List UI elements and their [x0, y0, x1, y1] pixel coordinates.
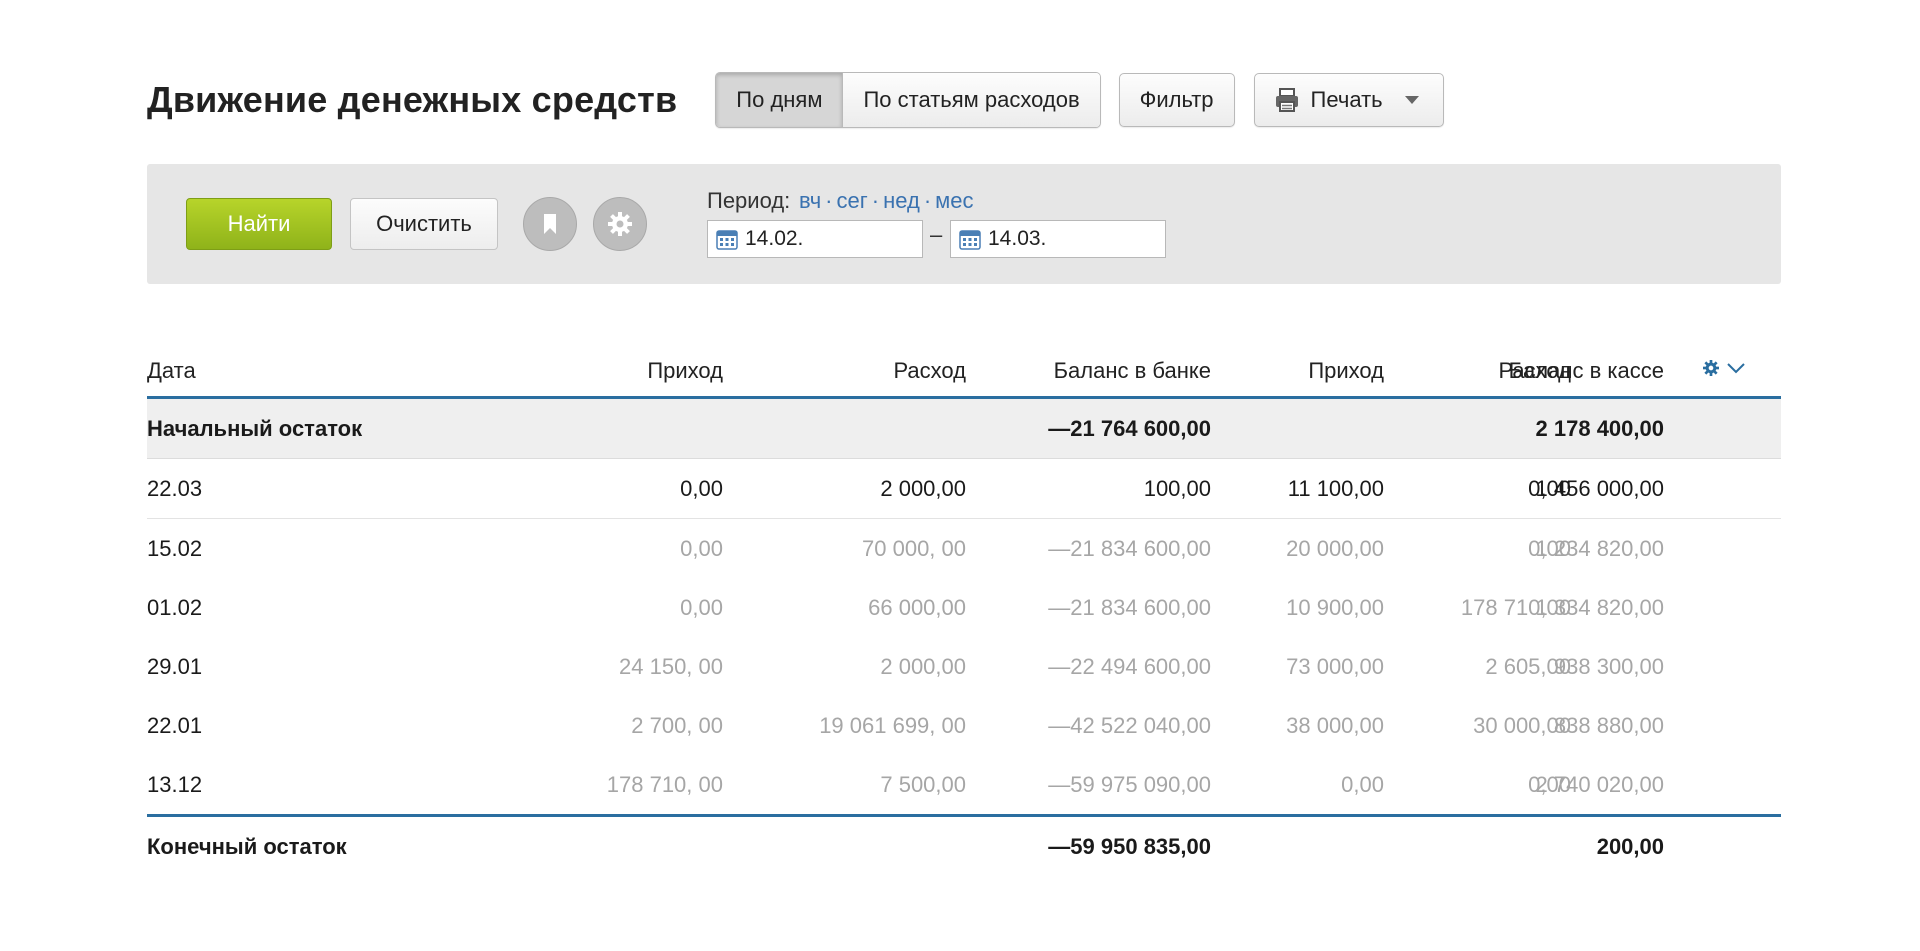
bank-income-cell: 2 700, 00	[631, 713, 723, 738]
table-row[interactable]: 29.01 24 150, 00 2 000,00 —22 494 600,00…	[147, 637, 1781, 696]
period-separator: ·	[871, 188, 880, 213]
bank-balance-cell: 100,00	[1143, 476, 1211, 501]
bank-expense-cell: 70 000, 00	[862, 536, 966, 561]
bank-expense-cell: 2 000,00	[880, 654, 966, 679]
bank-income-cell: 0,00	[680, 595, 723, 620]
cash-income-cell: 73 000,00	[1286, 654, 1384, 679]
cash-balance-cell: 938 300,00	[1553, 654, 1664, 679]
bank-income-cell: 0,00	[680, 476, 723, 501]
bank-expense-cell: 19 061 699, 00	[819, 713, 966, 738]
date-to-field[interactable]	[950, 220, 1166, 258]
opening-cash-balance: 2 178 400,00	[1535, 416, 1664, 441]
cash-balance-cell: 2 740 020,00	[1535, 772, 1664, 797]
column-header-cash-income: Приход	[1308, 358, 1384, 383]
bookmark-icon	[544, 214, 556, 234]
gear-icon	[608, 212, 632, 236]
table-header-row: Дата Приход Расход Баланс в банке Приход…	[147, 346, 1781, 399]
print-button[interactable]: Печать	[1253, 73, 1444, 127]
row-date: 22.01	[147, 713, 203, 738]
bank-balance-cell: —59 975 090,00	[1048, 772, 1211, 797]
cash-balance-cell: 838 880,00	[1553, 713, 1664, 738]
clear-button[interactable]: Очистить	[350, 198, 498, 250]
bank-expense-cell: 7 500,00	[880, 772, 966, 797]
bank-balance-cell: —21 834 600,00	[1048, 536, 1211, 561]
bank-income-cell: 0,00	[680, 536, 723, 561]
closing-balance-row: Конечный остаток —59 950 835,00 200,00	[147, 814, 1781, 876]
print-button-label: Печать	[1310, 87, 1383, 112]
table-row[interactable]: 01.02 0,00 66 000,00 —21 834 600,00 10 9…	[147, 578, 1781, 637]
row-date: 15.02	[147, 536, 203, 561]
filter-panel: Найти Очистить Период: вч · сег · нед · …	[147, 164, 1781, 284]
period-separator: ·	[923, 188, 932, 213]
bank-income-cell: 24 150, 00	[619, 654, 723, 679]
cash-balance-cell: 1 234 820,00	[1535, 536, 1664, 561]
filter-button[interactable]: Фильтр	[1118, 73, 1235, 127]
cash-income-cell: 38 000,00	[1286, 713, 1384, 738]
cash-income-cell: 20 000,00	[1286, 536, 1384, 561]
page-header: Движение денежных средств По дням По ста…	[147, 72, 1444, 128]
settings-button[interactable]	[593, 197, 647, 251]
gear-icon	[1703, 360, 1719, 376]
period-link-yesterday[interactable]: вч	[799, 188, 821, 214]
period-link-today[interactable]: сег	[837, 188, 868, 214]
opening-balance-label: Начальный остаток	[147, 416, 363, 441]
row-date: 22.03	[147, 476, 203, 501]
row-date: 29.01	[147, 654, 203, 679]
date-to-input[interactable]	[988, 227, 1148, 251]
bank-balance-cell: —22 494 600,00	[1048, 654, 1211, 679]
closing-cash-balance: 200,00	[1596, 834, 1664, 859]
bank-expense-cell: 66 000,00	[868, 595, 966, 620]
chevron-down-icon	[1727, 363, 1745, 374]
period-link-week[interactable]: нед	[883, 188, 920, 214]
cash-income-cell: 11 100,00	[1287, 476, 1384, 501]
date-range-dash: –	[930, 222, 943, 247]
cash-balance-cell: 1 456 000,00	[1535, 476, 1664, 501]
table-row[interactable]: 22.03 0,00 2 000,00 100,00 11 100,00 0,0…	[147, 459, 1781, 519]
date-from-input[interactable]	[745, 227, 905, 251]
page-title: Движение денежных средств	[147, 79, 678, 120]
closing-bank-balance: —59 950 835,00	[1048, 834, 1211, 859]
table-row[interactable]: 15.02 0,00 70 000, 00 —21 834 600,00 20 …	[147, 519, 1781, 578]
column-settings-button[interactable]	[1701, 358, 1747, 378]
column-header-bank-income: Приход	[647, 358, 723, 383]
cash-balance-cell: 1 334 820,00	[1535, 595, 1664, 620]
bank-expense-cell: 2 000,00	[880, 476, 966, 501]
period-label: Период:	[707, 188, 791, 213]
find-button[interactable]: Найти	[186, 198, 332, 250]
cash-income-cell: 0,00	[1341, 772, 1384, 797]
period-separator: ·	[825, 188, 833, 213]
bank-balance-cell: —42 522 040,00	[1048, 713, 1211, 738]
calendar-icon[interactable]	[959, 228, 981, 250]
closing-balance-label: Конечный остаток	[147, 834, 347, 859]
opening-balance-row: Начальный остаток —21 764 600,00 2 178 4…	[147, 399, 1781, 459]
row-date: 13.12	[147, 772, 203, 797]
bank-income-cell: 178 710, 00	[606, 772, 723, 797]
by-days-button[interactable]: По дням	[716, 73, 843, 127]
bank-balance-cell: —21 834 600,00	[1048, 595, 1211, 620]
column-header-bank-expense: Расход	[893, 358, 966, 383]
table-row[interactable]: 13.12 178 710, 00 7 500,00 —59 975 090,0…	[147, 755, 1781, 814]
column-header-cash-balance: Баланс в кассе	[1508, 358, 1664, 383]
opening-bank-balance: —21 764 600,00	[1048, 416, 1211, 441]
cashflow-table: Дата Приход Расход Баланс в банке Приход…	[147, 346, 1781, 876]
date-from-field[interactable]	[707, 220, 923, 258]
period-link-month[interactable]: мес	[935, 188, 973, 214]
cash-income-cell: 10 900,00	[1286, 595, 1384, 620]
calendar-icon[interactable]	[716, 228, 738, 250]
period-quick-links: вч · сег · нед · мес	[799, 188, 974, 214]
chevron-down-icon	[1404, 96, 1419, 104]
view-toggle: По дням По статьям расходов	[715, 72, 1101, 128]
table-row[interactable]: 22.01 2 700, 00 19 061 699, 00 —42 522 0…	[147, 696, 1781, 755]
by-expense-items-button[interactable]: По статьям расходов	[842, 73, 1100, 127]
bookmark-button[interactable]	[523, 197, 577, 251]
row-date: 01.02	[147, 595, 203, 620]
column-header-date: Дата	[147, 358, 196, 383]
printer-icon	[1275, 88, 1298, 112]
column-header-bank-balance: Баланс в банке	[1053, 358, 1211, 383]
